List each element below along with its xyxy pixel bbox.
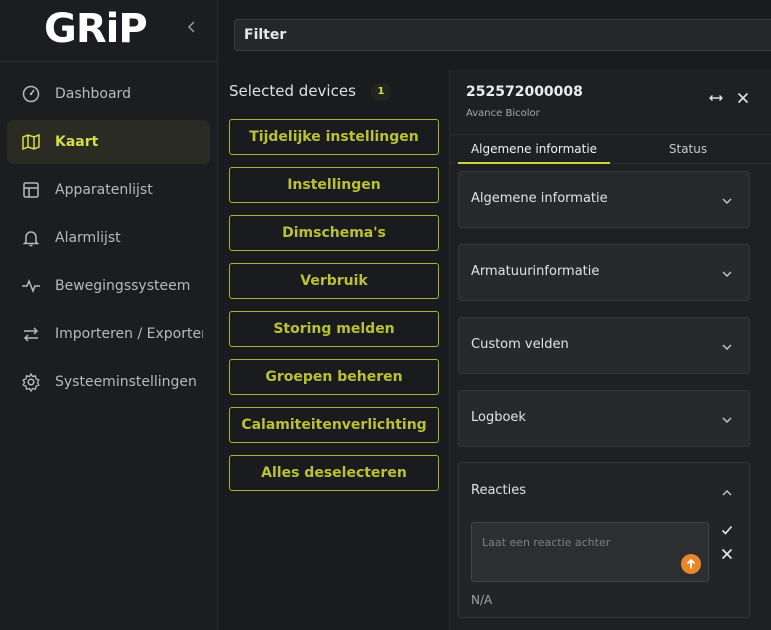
table-icon xyxy=(21,180,41,200)
section-reacties: Reacties N/A xyxy=(458,462,750,618)
sidebar-item-alarmlijst[interactable]: Alarmlijst xyxy=(7,216,210,260)
verbruik-button[interactable]: Verbruik xyxy=(229,263,439,299)
chevron-down-icon xyxy=(721,338,733,350)
chevron-down-icon xyxy=(721,192,733,204)
close-icon[interactable] xyxy=(735,90,751,106)
close-icon[interactable] xyxy=(720,547,734,561)
sidebar: GRiP Dashboard Kaart Apparatenlijst Alar… xyxy=(0,0,218,630)
section-label: Logboek xyxy=(471,410,526,425)
sidebar-item-label: Bewegingssysteem xyxy=(55,278,191,294)
chevron-down-icon xyxy=(721,265,733,277)
detail-tabs: Algemene informatie Status xyxy=(450,134,771,164)
sidebar-item-label: Dashboard xyxy=(55,86,131,102)
chevron-up-icon[interactable] xyxy=(721,484,733,496)
tijdelijke-instellingen-button[interactable]: Tijdelijke instellingen xyxy=(229,119,439,155)
filter-input[interactable]: Filter xyxy=(234,19,771,51)
chevron-left-icon[interactable] xyxy=(185,20,199,38)
sidebar-item-systeeminstellingen[interactable]: Systeeminstellingen xyxy=(7,360,210,404)
sidebar-item-dashboard[interactable]: Dashboard xyxy=(7,72,210,116)
arrow-up-icon[interactable] xyxy=(681,554,701,574)
device-detail-panel: 252572000008 Avance Bicolor Algemene inf… xyxy=(449,70,771,630)
comment-box xyxy=(471,522,709,582)
bell-icon xyxy=(21,228,41,248)
sidebar-item-label: Apparatenlijst xyxy=(55,182,153,198)
device-id: 252572000008 xyxy=(466,84,583,100)
section-logboek[interactable]: Logboek xyxy=(458,390,750,447)
section-custom-velden[interactable]: Custom velden xyxy=(458,317,750,374)
instellingen-button[interactable]: Instellingen xyxy=(229,167,439,203)
check-icon[interactable] xyxy=(720,523,734,537)
selected-count-badge: 1 xyxy=(371,83,391,101)
selected-devices-title: Selected devices xyxy=(229,82,356,100)
sidebar-item-label: Alarmlijst xyxy=(55,230,121,246)
chevron-down-icon xyxy=(721,411,733,423)
gauge-icon xyxy=(21,84,41,104)
calamiteitenverlichting-button[interactable]: Calamiteitenverlichting xyxy=(229,407,439,443)
device-type: Avance Bicolor xyxy=(466,108,540,119)
sidebar-item-kaart[interactable]: Kaart xyxy=(7,120,210,164)
section-label: Armatuurinformatie xyxy=(471,264,600,279)
section-algemene-informatie[interactable]: Algemene informatie xyxy=(458,171,750,228)
storing-melden-button[interactable]: Storing melden xyxy=(229,311,439,347)
gear-icon xyxy=(21,372,41,392)
section-label: Reacties xyxy=(471,483,527,498)
activity-icon xyxy=(21,276,41,296)
tab-status[interactable]: Status xyxy=(612,135,764,164)
tab-algemene-informatie[interactable]: Algemene informatie xyxy=(458,135,610,164)
sidebar-item-bewegingssysteem[interactable]: Bewegingssysteem xyxy=(7,264,210,308)
dimschemas-button[interactable]: Dimschema's xyxy=(229,215,439,251)
sidebar-item-label: Systeeminstellingen xyxy=(55,374,197,390)
section-label: Algemene informatie xyxy=(471,191,608,206)
map-icon xyxy=(21,132,41,152)
sidebar-item-apparatenlijst[interactable]: Apparatenlijst xyxy=(7,168,210,212)
expand-horizontal-icon[interactable] xyxy=(708,90,724,106)
sidebar-item-label: Importeren / Exporteren xyxy=(55,326,203,342)
sidebar-item-importeren-exporteren[interactable]: Importeren / Exporteren xyxy=(7,312,210,356)
groepen-beheren-button[interactable]: Groepen beheren xyxy=(229,359,439,395)
empty-comments-text: N/A xyxy=(471,593,493,607)
sidebar-nav: Dashboard Kaart Apparatenlijst Alarmlijs… xyxy=(0,72,218,408)
logo-area: GRiP xyxy=(0,0,217,62)
filter-label: Filter xyxy=(244,27,287,43)
logo: GRiP xyxy=(44,6,148,52)
swap-icon xyxy=(21,324,41,344)
alles-deselecteren-button[interactable]: Alles deselecteren xyxy=(229,455,439,491)
sidebar-item-label: Kaart xyxy=(55,134,99,150)
section-armatuurinformatie[interactable]: Armatuurinformatie xyxy=(458,244,750,301)
comment-input[interactable] xyxy=(472,523,708,581)
section-label: Custom velden xyxy=(471,337,569,352)
